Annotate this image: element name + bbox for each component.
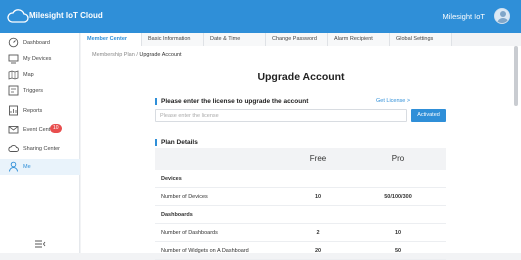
tab-global-settings[interactable]: Global Settings <box>390 33 452 46</box>
sidebar-item-map[interactable]: Map <box>0 67 80 83</box>
table-cell: Number of Devices <box>161 194 208 200</box>
brand-name: Milesight IoT Cloud <box>29 11 103 20</box>
report-icon <box>9 105 18 116</box>
top-bar: Milesight IoT Cloud Milesight IoT <box>0 0 521 33</box>
tab-member-center[interactable]: Member Center <box>81 33 142 46</box>
sidebar-item-my-devices[interactable]: My Devices <box>0 51 80 67</box>
plan-section-title: Plan Details <box>155 139 198 146</box>
table-cell: Dashboards <box>161 212 193 218</box>
tab-change-password[interactable]: Change Password <box>266 33 328 46</box>
sidebar-item-dashboard[interactable]: Dashboard <box>0 35 80 51</box>
sidebar-item-sharing-center[interactable]: Sharing Center <box>0 141 80 157</box>
collapse-sidebar-icon[interactable] <box>34 239 46 249</box>
table-header-row: Free Pro <box>155 148 446 170</box>
trigger-icon <box>8 85 19 96</box>
sidebar-item-label: Triggers <box>23 88 43 94</box>
table-cell: 20 <box>314 248 322 254</box>
gauge-icon <box>8 37 19 48</box>
sidebar-item-triggers[interactable]: Triggers <box>0 83 80 99</box>
user-icon <box>9 161 18 172</box>
map-icon <box>8 70 19 80</box>
table-cell: 50/100/300 <box>384 194 412 200</box>
table-cell: 10 <box>394 230 402 236</box>
tab-alarm-recipient[interactable]: Alarm Recipient <box>328 33 390 46</box>
table-cell: Number of Dashboards <box>161 230 218 236</box>
sidebar-item-label: Sharing Center <box>23 146 60 152</box>
tab-bar: Member Center Basic Information Date & T… <box>81 33 521 46</box>
table-cell: Devices <box>161 176 182 182</box>
table-cell: Number of Widgets on A Dashboard <box>161 248 249 254</box>
table-row: Number of Widgets on A Dashboard 20 50 <box>155 242 446 260</box>
license-input[interactable] <box>155 109 407 122</box>
event-count-badge: 10 <box>50 124 62 133</box>
sidebar-item-event-center[interactable]: Event Center 10 <box>0 122 80 138</box>
tab-basic-information[interactable]: Basic Information <box>142 33 204 46</box>
avatar[interactable] <box>494 8 510 24</box>
tab-date-time[interactable]: Date & Time <box>204 33 266 46</box>
breadcrumb: Membership Plan / Upgrade Account <box>92 52 182 58</box>
activate-button[interactable]: Activated <box>411 109 446 122</box>
sidebar-item-reports[interactable]: Reports <box>0 103 80 119</box>
table-row: Number of Dashboards 2 10 <box>155 224 446 242</box>
main-content: Membership Plan / Upgrade Account Upgrad… <box>81 46 521 260</box>
breadcrumb-parent[interactable]: Membership Plan <box>92 52 135 58</box>
sidebar-item-label: Reports <box>23 108 43 114</box>
breadcrumb-current: Upgrade Account <box>139 52 182 58</box>
table-cell: 10 <box>314 194 322 200</box>
table-header-cell: Pro <box>391 154 405 163</box>
table-row: Dashboards <box>155 206 446 224</box>
sidebar-item-label: My Devices <box>23 56 52 62</box>
table-row: Devices <box>155 170 446 188</box>
table-row: Number of Devices 10 50/100/300 <box>155 188 446 206</box>
user-name[interactable]: Milesight IoT <box>442 12 485 21</box>
sidebar: Dashboard My Devices Map Triggers Report… <box>0 33 80 253</box>
table-cell: 50 <box>394 248 402 254</box>
sidebar-item-label: Dashboard <box>23 40 50 46</box>
sidebar-item-me[interactable]: Me <box>0 159 80 175</box>
monitor-icon <box>8 54 19 64</box>
scrollbar[interactable] <box>514 46 518 106</box>
share-cloud-icon <box>8 145 19 152</box>
get-license-link[interactable]: Get License > <box>376 98 410 104</box>
envelope-icon <box>8 126 19 134</box>
cloud-logo-icon <box>7 9 29 23</box>
license-section-title: Please enter the license to upgrade the … <box>155 98 308 105</box>
sidebar-item-label: Me <box>23 164 31 170</box>
sidebar-item-label: Map <box>23 72 34 78</box>
page-title: Upgrade Account <box>257 71 345 83</box>
table-header-cell: Free <box>309 154 327 163</box>
breadcrumb-separator: / <box>136 52 138 58</box>
table-cell: 2 <box>316 230 320 236</box>
